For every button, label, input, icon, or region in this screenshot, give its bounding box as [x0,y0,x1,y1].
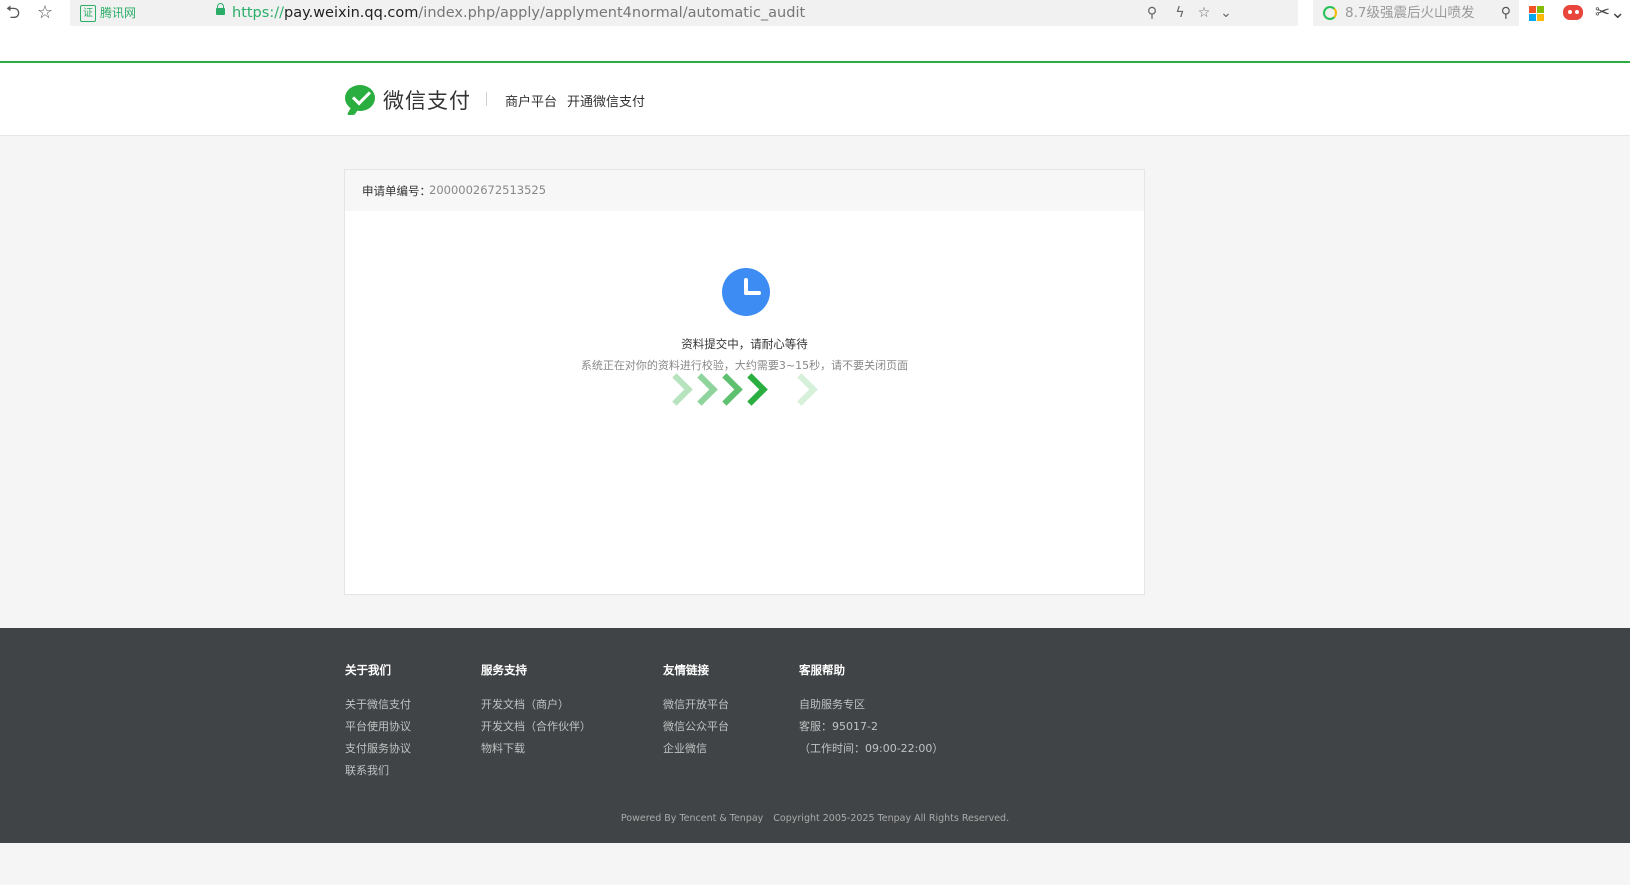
page-bottom-area [0,843,1630,885]
zoom-icon[interactable]: ⚲ [1142,2,1162,24]
customer-service-phone: 客服：95017-2 [799,720,878,733]
footer-link[interactable]: 开发文档（合作伙伴） [481,716,591,738]
progress-chevron-icon [785,373,818,406]
footer-link[interactable]: 关于微信支付 [345,694,411,716]
logo-text[interactable]: 微信支付 [383,85,471,115]
footer-link[interactable]: 微信开放平台 [663,694,729,716]
search-suggestion: 8.7级强震后火山喷发 [1345,5,1475,21]
address-bar[interactable]: 证 腾讯网 https://pay.weixin.qq.com/index.ph… [70,0,1298,26]
gamepad-icon[interactable] [1563,5,1583,20]
progress-chevron-icon [735,373,768,406]
copyright: Powered By Tencent & Tenpay Copyright 200… [0,813,1630,824]
browser-chrome: ⮌ ☆ 证 腾讯网 https://pay.weixin.qq.com/inde… [0,0,1630,63]
footer-column-help: 客服帮助 自助服务专区 客服：95017-2 （工作时间：09:00-22:00… [799,662,943,760]
footer-column-title: 友情链接 [663,663,709,677]
url-path: /index.php/apply/applyment4normal/automa… [418,5,806,21]
favorite-star-icon[interactable]: ☆ [1194,2,1214,24]
bookmark-star-icon[interactable]: ☆ [34,2,56,24]
apps-grid-icon[interactable] [1529,6,1544,21]
status-card: 申请单编号： 2000002672513525 资料提交中，请耐心等待 系统正在… [344,169,1145,595]
clock-icon [722,268,770,316]
nav-merchant-platform[interactable]: 商户平台 [505,91,557,110]
browser-search-box[interactable]: 8.7级强震后火山喷发 ⚲ [1313,0,1519,26]
nav-open-wechat-pay[interactable]: 开通微信支付 [567,91,645,110]
progress-indicator [660,370,825,410]
search-engine-icon [1323,6,1337,20]
footer-column-title: 服务支持 [481,663,527,677]
footer-link[interactable]: 开发文档（商户） [481,694,591,716]
site-footer: 关于我们 关于微信支付 平台使用协议 支付服务协议 联系我们 服务支持 开发文档… [0,628,1630,843]
chevron-down-icon[interactable]: ⌄ [1216,2,1236,24]
header-divider [486,92,487,106]
scissors-icon[interactable]: ✂⌄ [1595,0,1625,26]
copyright-text: Copyright 2005-2025 Tenpay All Rights Re… [773,813,1010,824]
footer-column-title: 关于我们 [345,663,391,677]
lightning-icon[interactable]: ϟ [1170,2,1190,24]
certificate-label: 腾讯网 [100,6,137,20]
url-text[interactable]: https://pay.weixin.qq.com/index.php/appl… [232,0,805,26]
footer-link[interactable]: 自助服务专区 [799,694,943,716]
status-title: 资料提交中，请耐心等待 [681,337,808,351]
footer-link[interactable]: 支付服务协议 [345,738,411,760]
footer-link[interactable]: 平台使用协议 [345,716,411,738]
certificate-icon: 证 [80,5,96,22]
footer-column-support: 服务支持 开发文档（商户） 开发文档（合作伙伴） 物料下载 [481,662,591,760]
url-scheme: https:// [232,5,284,21]
footer-column-title: 客服帮助 [799,663,845,677]
card-header: 申请单编号： 2000002672513525 [345,170,1144,211]
footer-column-about: 关于我们 关于微信支付 平台使用协议 支付服务协议 联系我们 [345,662,411,782]
site-header: 微信支付 商户平台 开通微信支付 [0,63,1630,136]
lock-icon [216,3,225,15]
working-hours: （工作时间：09:00-22:00） [799,742,944,755]
footer-column-links: 友情链接 微信开放平台 微信公众平台 企业微信 [663,662,729,760]
back-icon[interactable]: ⮌ [2,2,24,24]
url-host: pay.weixin.qq.com [283,5,419,21]
application-number-value: 2000002672513525 [429,183,547,197]
wechat-pay-logo-icon[interactable] [345,85,375,111]
powered-by: Powered By Tencent & Tenpay [620,813,764,824]
footer-link[interactable]: 企业微信 [663,738,729,760]
footer-link[interactable]: 联系我们 [345,760,411,782]
search-icon[interactable]: ⚲ [1501,0,1511,26]
application-number-label: 申请单编号： [362,184,431,198]
footer-link[interactable]: 微信公众平台 [663,716,729,738]
footer-link[interactable]: 物料下载 [481,738,591,760]
